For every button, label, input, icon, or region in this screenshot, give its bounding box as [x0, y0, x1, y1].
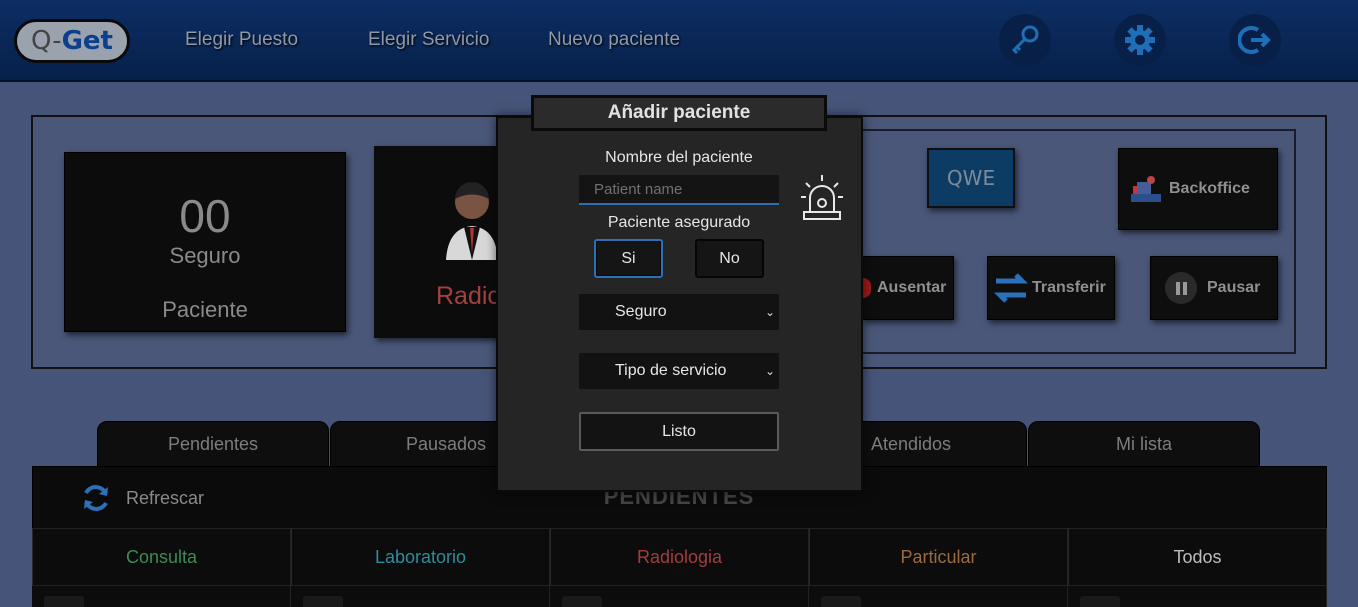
list-item[interactable] [1068, 586, 1327, 607]
list-item[interactable] [550, 586, 809, 607]
tab-pendientes[interactable]: Pendientes [97, 421, 329, 467]
chevron-down-icon: ⌄ [764, 364, 775, 378]
insurance-select-value: Seguro [615, 303, 667, 320]
refresh-label: Refrescar [126, 487, 205, 508]
refresh-button[interactable]: Refrescar [80, 483, 204, 513]
service-type-select-value: Tipo de servicio [615, 362, 727, 379]
ausentar-button[interactable]: Ausentar [862, 256, 954, 320]
chevron-down-icon: ⌄ [764, 305, 775, 319]
siren-icon[interactable] [800, 174, 844, 222]
patient-name-input[interactable] [579, 175, 779, 205]
category-radiologia[interactable]: Radiologia [550, 528, 809, 586]
gear-icon[interactable] [1114, 14, 1166, 66]
backoffice-button[interactable]: Backoffice [1118, 148, 1278, 230]
backoffice-icon [1131, 176, 1161, 202]
counter-label: Paciente [162, 297, 248, 322]
transferir-label: Transferir [1032, 279, 1106, 296]
pause-icon [1165, 272, 1197, 304]
app-logo[interactable]: Q-Get [14, 19, 130, 63]
service-type-select[interactable]: Tipo de servicio ⌄ [579, 353, 779, 389]
logo-prefix: Q- [31, 26, 62, 56]
logo-suffix: Get [61, 26, 113, 56]
logout-icon[interactable] [1229, 14, 1281, 66]
insured-no-button[interactable]: No [695, 239, 764, 278]
list-item[interactable] [32, 586, 291, 607]
agent-card: Radic [374, 146, 510, 338]
agent-service-label: Radic [436, 282, 500, 310]
list-item[interactable] [809, 586, 1068, 607]
counter-number: 00 [179, 190, 231, 242]
list-rows [32, 586, 1327, 607]
transferir-button[interactable]: Transferir [987, 256, 1115, 320]
key-icon[interactable] [999, 14, 1051, 66]
top-navbar: Q-Get Elegir Puesto Elegir Servicio Nuev… [0, 0, 1358, 82]
qwe-button[interactable]: QWE [927, 148, 1015, 208]
insurance-select[interactable]: Seguro ⌄ [579, 294, 779, 330]
patient-counter: 00 Seguro Paciente [64, 152, 346, 332]
pausar-label: Pausar [1207, 279, 1261, 296]
pausar-button[interactable]: Pausar [1150, 256, 1278, 320]
insured-yes-button[interactable]: Si [594, 239, 663, 278]
ausentar-label: Ausentar [877, 279, 947, 296]
backoffice-label: Backoffice [1169, 180, 1250, 197]
nav-elegir-servicio[interactable]: Elegir Servicio [368, 29, 489, 51]
counter-type: Seguro [169, 243, 241, 268]
nav-nuevo-paciente[interactable]: Nuevo paciente [548, 29, 680, 51]
ausentar-icon [863, 278, 871, 298]
modal-title: Añadir paciente [531, 95, 827, 131]
patient-name-label: Nombre del paciente [605, 149, 753, 166]
doctor-icon [446, 182, 498, 260]
nav-elegir-puesto[interactable]: Elegir Puesto [185, 29, 298, 51]
category-laboratorio[interactable]: Laboratorio [291, 528, 550, 586]
category-row: Consulta Laboratorio Radiologia Particul… [32, 528, 1327, 586]
category-consulta[interactable]: Consulta [32, 528, 291, 586]
tab-mi-lista[interactable]: Mi lista [1028, 421, 1260, 467]
refresh-icon [84, 485, 108, 511]
submit-button[interactable]: Listo [579, 412, 779, 451]
insured-label: Paciente asegurado [607, 214, 751, 231]
category-todos[interactable]: Todos [1068, 528, 1327, 586]
transfer-icon [993, 273, 1029, 303]
category-particular[interactable]: Particular [809, 528, 1068, 586]
list-item[interactable] [291, 586, 550, 607]
